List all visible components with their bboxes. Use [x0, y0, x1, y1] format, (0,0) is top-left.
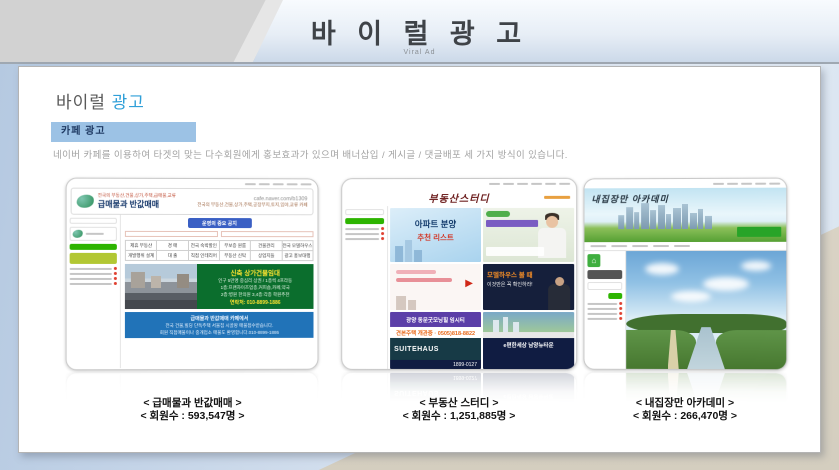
cafe3-caption-members: < 회원수 : 266,470명 > [559, 410, 811, 423]
cafe2-ad-apartment: 아파트 분양 추천 리스트 [390, 208, 481, 262]
cafe2-ad-gwangyang: 광양 동문굿모닝힐 임시티 견본주택 개관중 · 0505)818-8822 S… [390, 312, 481, 369]
cafe2-header: 부동산스터디 [342, 188, 576, 206]
cafe3-thumbnail-wrap: 내집장만 아카데미 ⌂ [583, 178, 787, 403]
slide: 바 이 럴 광 고 Viral Ad 바이럴 광고 카페 광고 네이버 카페를 … [0, 0, 839, 470]
purple-label [486, 220, 538, 227]
cafe1-caption-members: < 회원수 : 593,547명 > [66, 410, 319, 423]
cafe2-caption: < 부동산 스터디 > < 회원수 : 1,251,885명 > [341, 397, 577, 423]
cafe2-caption-name: < 부동산 스터디 > [341, 397, 577, 410]
page-title-gray: 바이럴 [56, 93, 106, 112]
cafe3-green-badge [737, 227, 781, 237]
cafe2-caption-members: < 회원수 : 1,251,885명 > [341, 410, 577, 423]
cafe1-logo-icon [77, 195, 94, 208]
cafe1-thumbnail-wrap: 전국의 부동산,건물,상가,주택,급매물,교류 급매물과 반값매매 cafe.n… [66, 178, 319, 403]
cafe2-logo: 부동산스터디 [428, 189, 489, 204]
cafe1-title-block: 전국의 부동산,건물,상가,주택,급매물,교류 급매물과 반값매매 [98, 193, 176, 210]
cafe1-ad-photo [125, 264, 197, 309]
cafe1-caption-name: < 급매물과 반값매매 > [66, 397, 319, 410]
white-label [486, 247, 544, 256]
cafe1-keyword-table: 제휴 부동산경 매전국 숙박할인무보증 원룸건물관리전국 모델하우스 개발행위 … [125, 240, 314, 261]
cafe3-search-button [608, 293, 622, 299]
cafe1-main: 운영의 중요 공지 제휴 부동산경 매전국 숙박할인무보증 원룸건물관리전국 모… [121, 215, 318, 368]
cafe1-ad-banner: 신축 상가건물임대 인구 5만명 중심리 상권 / 1층씩 4프라둥 1층:프랜… [125, 264, 314, 309]
green-pill [486, 211, 510, 217]
cafe1-notice-badge: 운영의 중요 공지 [188, 218, 252, 228]
cafe1-action-button [70, 253, 117, 264]
cafe1-blue-strip: 급매물과 반값매매 카페에서 전국 건물,빌딩 단독주택 서울집 시골땅 매물접… [125, 312, 314, 338]
cafe2-screenshot: 부동산스터디 [341, 178, 577, 370]
cafe1-caption: < 급매물과 반값매매 > < 회원수 : 593,547명 > [66, 397, 319, 423]
cafe3-sidebar: ⌂ [584, 251, 626, 370]
cafe2-ad-epyeonhansesang: e편한세상 남양뉴타운 [483, 312, 574, 369]
cafe2-ad-modelhouse: 모델하우스 볼 때 이것만은 꼭 확인하라! [483, 264, 574, 310]
cafe2-ad-hills: ▶ [390, 264, 481, 310]
home-icon: ⌂ [587, 254, 600, 267]
cafe1-header-right: cafe.naver.com/b1309 전국의 부동산,건물,상가,주택,공장… [197, 196, 307, 208]
cafe1-screenshot: 전국의 부동산,건물,상가,주택,급매물,교류 급매물과 반값매매 cafe.n… [66, 178, 319, 371]
content-card: 바이럴 광고 카페 광고 네이버 카페를 이용하여 타겟의 맞는 다수회원에게 … [18, 66, 821, 453]
cafe1-header: 전국의 부동산,건물,상가,주택,급매물,교류 급매물과 반값매매 cafe.n… [71, 188, 314, 216]
red-arrow-icon: ▶ [465, 278, 473, 289]
description-text: 네이버 카페를 이용하여 타겟의 맞는 다수회원에게 홍보효과가 있으며 배너삽… [53, 147, 568, 161]
cafe2-thumbnail-wrap: 부동산스터디 [341, 178, 577, 402]
cafe2-ad-grid: 아파트 분양 추천 리스트 [388, 206, 576, 370]
cafe3-menu-bar [584, 242, 786, 251]
cafe2-ad-youtube [483, 208, 574, 262]
cafe3-join-button [587, 270, 622, 279]
cafe3-header-image: 내집장만 아카데미 [584, 188, 786, 243]
cafe1-notice-lists [125, 231, 314, 237]
cafe1-title: 급매물과 반값매매 [98, 199, 176, 210]
cafe2-header-accent [544, 195, 570, 198]
cafe3-landscape-photo [626, 251, 786, 370]
cafe3-screenshot: 내집장만 아카데미 ⌂ [583, 178, 787, 371]
cafe3-skyline [618, 203, 711, 229]
cafe3-caption: < 내집장만 아카데미 > < 회원수 : 266,470명 > [559, 397, 811, 423]
cafe2-join-button [345, 218, 384, 224]
cafe3-caption-name: < 내집장만 아카데미 > [559, 397, 811, 410]
cafe1-url-sub: 전국의 부동산,건물,상가,주택,공장부지,토지,임야,교류 카페 [197, 202, 307, 208]
cafe2-top-nav [342, 179, 576, 188]
page-title: 바이럴 광고 [56, 88, 145, 113]
cafe1-ad-text: 신축 상가건물임대 인구 5만명 중심리 상권 / 1층씩 4프라둥 1층:프랜… [197, 264, 314, 309]
section-label-cafe-ad: 카페 광고 [51, 122, 196, 142]
page-title-blue: 광고 [112, 93, 145, 112]
cafe1-join-button [70, 244, 117, 250]
cafe2-sidebar [342, 206, 388, 370]
cafe1-sidebar [67, 215, 121, 369]
